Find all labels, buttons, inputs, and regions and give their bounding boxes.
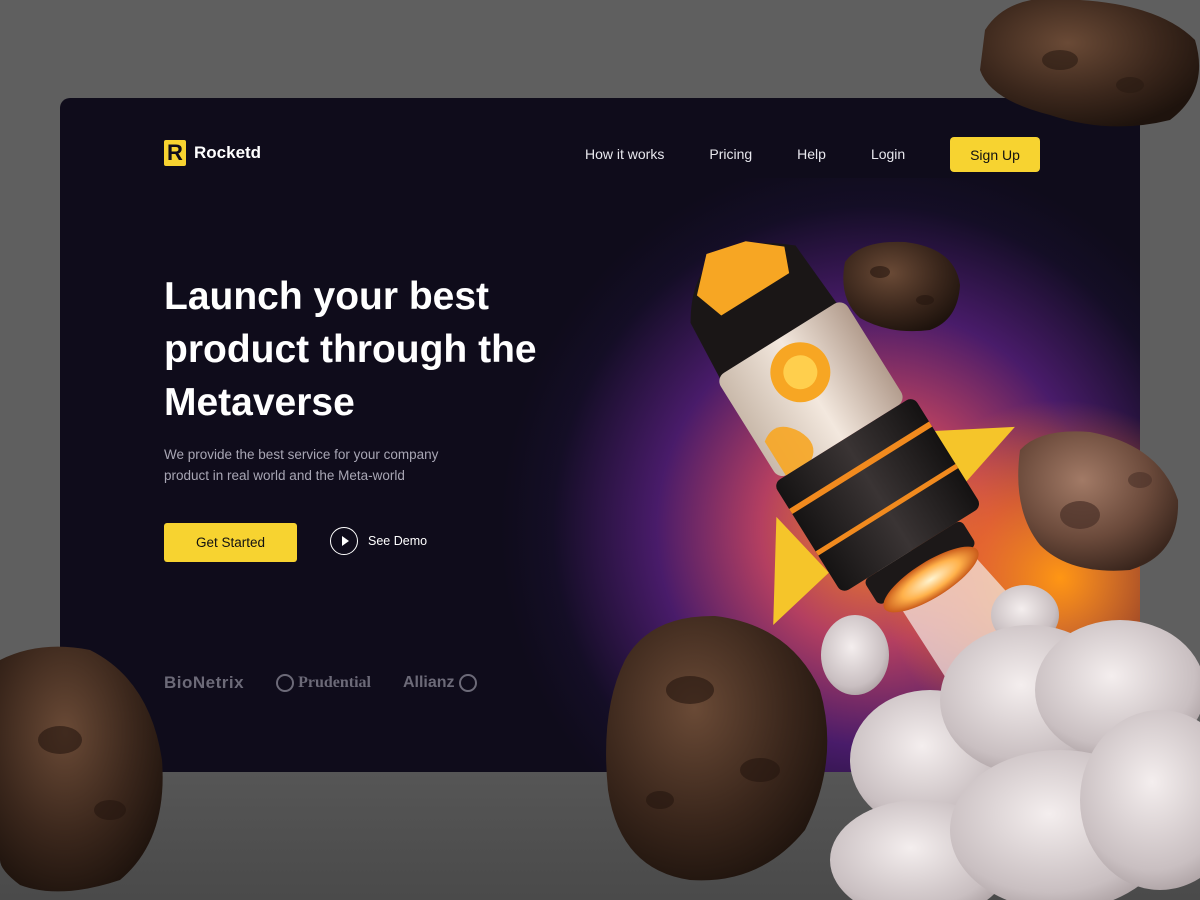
brand-logo[interactable]: R Rocketd: [164, 140, 261, 166]
partner-logos: BioNetrix Prudential Allianz: [164, 673, 477, 693]
brand-name: Rocketd: [194, 143, 262, 162]
prudential-logo-icon: [276, 674, 295, 692]
nav-help[interactable]: Help: [797, 146, 826, 162]
partner-bionetrix: BioNetrix: [164, 673, 245, 692]
play-icon: [330, 527, 358, 555]
hero-headline: Launch your best product through the Met…: [164, 275, 537, 424]
partner-prudential: Prudential: [276, 674, 371, 692]
landing-card: R Rocketd How it works Pricing Help Logi…: [60, 98, 1140, 772]
backdrop-floor: [0, 770, 1200, 900]
hero-glow-orange: [880, 398, 1140, 758]
get-started-button[interactable]: Get Started: [164, 523, 297, 562]
partner-allianz: Allianz: [403, 674, 477, 692]
partner-prudential-label: Prudential: [298, 674, 371, 691]
nav-login[interactable]: Login: [871, 146, 905, 162]
main-nav: How it works Pricing Help Login: [585, 146, 905, 162]
see-demo-button[interactable]: See Demo: [330, 527, 427, 555]
nav-how-it-works[interactable]: How it works: [585, 146, 664, 162]
signup-button[interactable]: Sign Up: [950, 137, 1040, 172]
logo-icon: R: [164, 140, 186, 166]
see-demo-label: See Demo: [368, 534, 428, 548]
partner-allianz-label: Allianz: [402, 674, 455, 691]
nav-pricing[interactable]: Pricing: [709, 146, 752, 162]
hero-subtext: We provide the best service for your com…: [164, 447, 439, 483]
allianz-logo-icon: [458, 674, 477, 692]
